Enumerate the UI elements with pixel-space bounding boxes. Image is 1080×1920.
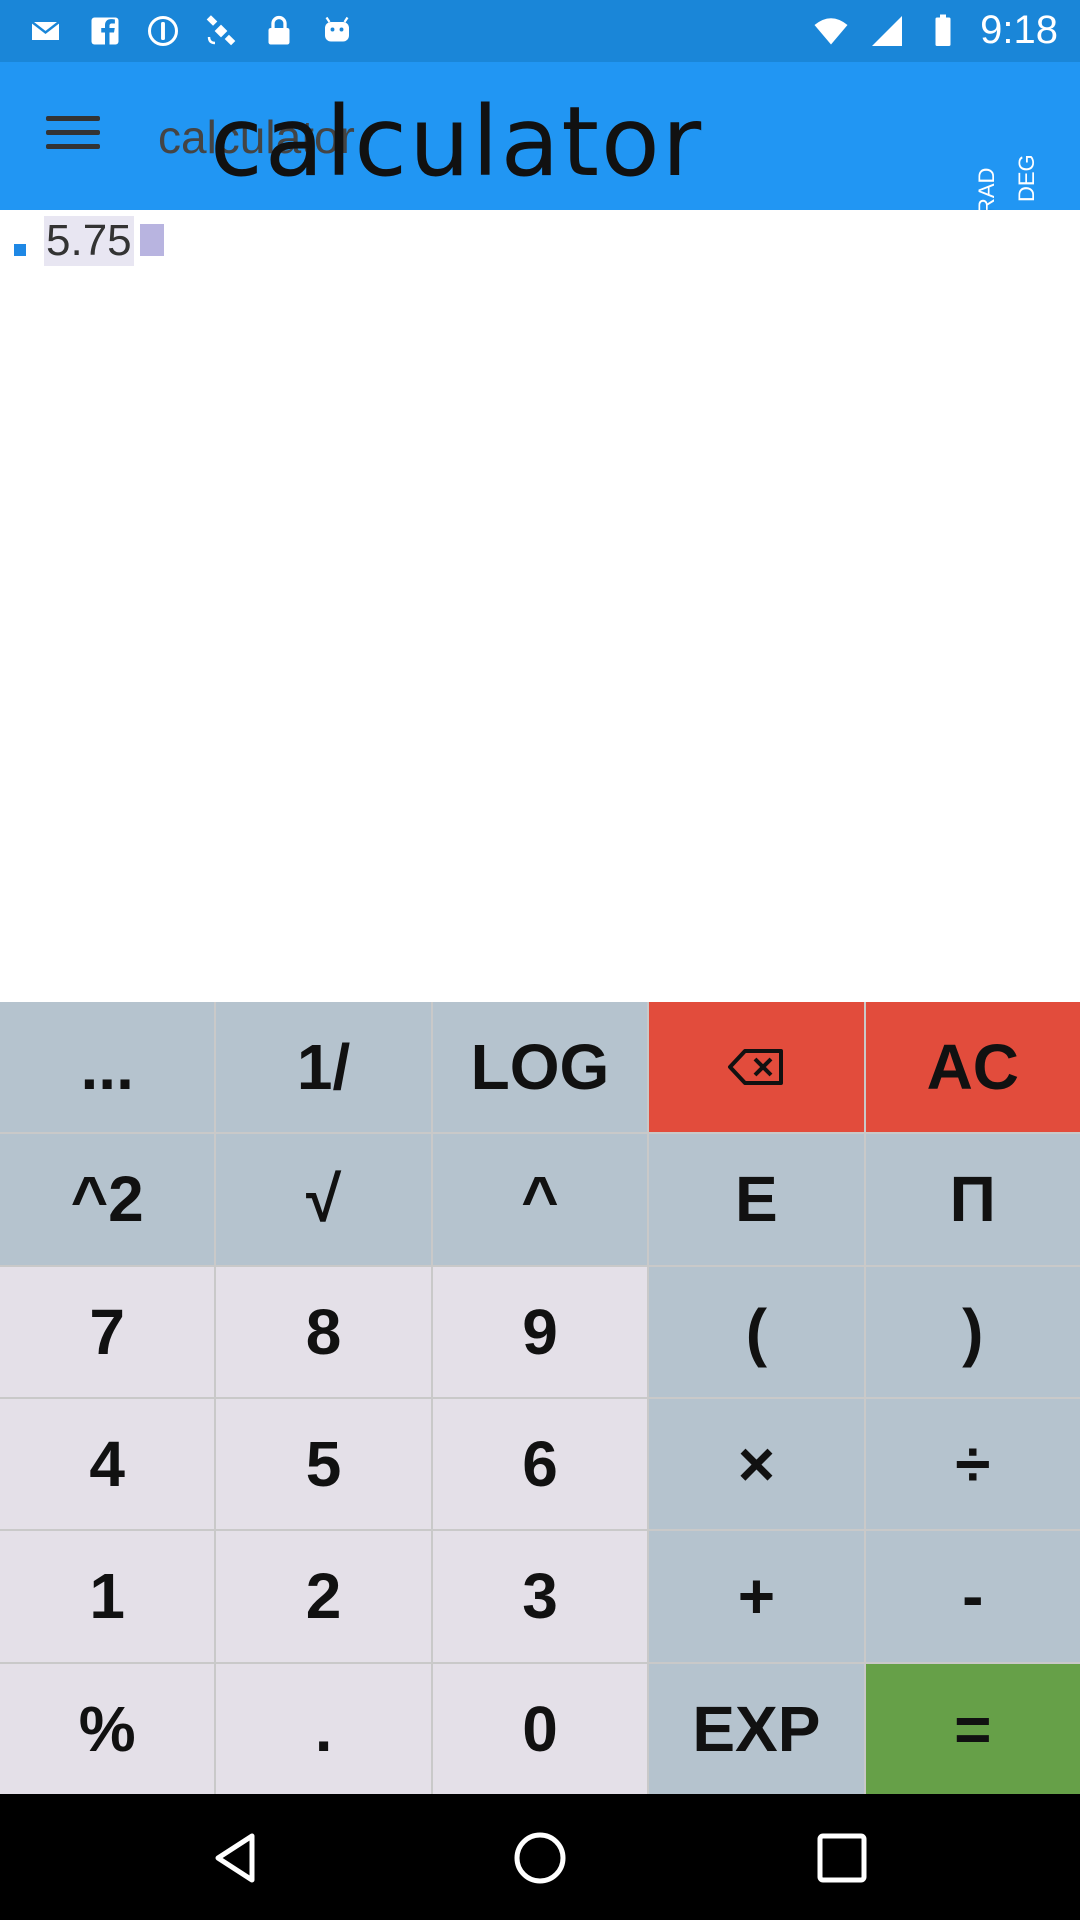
- lock-icon: [260, 12, 298, 50]
- rad-label: RAD: [974, 167, 999, 214]
- digit-4-key[interactable]: 4: [0, 1398, 215, 1530]
- log-key[interactable]: LOG: [432, 1002, 648, 1133]
- mail-icon: [28, 12, 66, 50]
- recent-apps-icon[interactable]: [812, 1828, 872, 1888]
- satellite-icon: [202, 12, 240, 50]
- digit-6-key[interactable]: 6: [432, 1398, 648, 1530]
- close-paren-key[interactable]: ): [865, 1266, 1080, 1397]
- all-clear-key[interactable]: AC: [865, 1002, 1080, 1133]
- exponent-key[interactable]: EXP: [649, 1663, 864, 1794]
- wifi-icon: [812, 12, 850, 50]
- signal-icon: [868, 12, 906, 50]
- clock: 9:18: [980, 8, 1058, 52]
- battery-icon: [924, 12, 962, 50]
- subtract-key[interactable]: -: [865, 1531, 1080, 1662]
- notification-icons: [28, 12, 356, 50]
- calculator-logo-text: calculator: [210, 86, 704, 198]
- digit-1-key[interactable]: 1: [0, 1531, 215, 1662]
- menu-icon[interactable]: [46, 116, 100, 156]
- calculator-display[interactable]: 5.75: [0, 210, 1080, 1000]
- text-caret: [140, 224, 164, 256]
- digit-3-key[interactable]: 3: [432, 1531, 648, 1662]
- back-icon[interactable]: [208, 1828, 268, 1888]
- square-key[interactable]: ^2: [0, 1134, 215, 1265]
- power-key[interactable]: ^: [432, 1134, 648, 1265]
- navigation-bar: [0, 1794, 1080, 1920]
- backspace-icon: [728, 1049, 784, 1086]
- deg-label: DEG: [1014, 154, 1039, 202]
- decimal-point-key[interactable]: .: [216, 1663, 431, 1794]
- more-functions-key[interactable]: ...: [0, 1002, 215, 1133]
- backspace-key[interactable]: [649, 1002, 864, 1133]
- status-bar: 9:18: [0, 0, 1080, 62]
- pi-key[interactable]: Π: [865, 1134, 1080, 1265]
- system-status: 9:18: [812, 8, 1058, 53]
- reciprocal-key[interactable]: 1/: [216, 1002, 431, 1133]
- expression-text[interactable]: 5.75: [44, 216, 134, 266]
- line-marker: [14, 244, 26, 256]
- divide-key[interactable]: ÷: [865, 1398, 1080, 1530]
- digit-9-key[interactable]: 9: [432, 1266, 648, 1397]
- multiply-key[interactable]: ×: [649, 1398, 864, 1530]
- digit-0-key[interactable]: 0: [432, 1663, 648, 1794]
- facebook-icon: [86, 12, 124, 50]
- equals-key[interactable]: =: [865, 1663, 1080, 1794]
- digit-8-key[interactable]: 8: [216, 1266, 431, 1397]
- percent-key[interactable]: %: [0, 1663, 215, 1794]
- digit-7-key[interactable]: 7: [0, 1266, 215, 1397]
- square-root-key[interactable]: √: [216, 1134, 431, 1265]
- android-icon: [318, 12, 356, 50]
- open-paren-key[interactable]: (: [649, 1266, 864, 1397]
- euler-key[interactable]: E: [649, 1134, 864, 1265]
- add-key[interactable]: +: [649, 1531, 864, 1662]
- digit-5-key[interactable]: 5: [216, 1398, 431, 1530]
- info-icon: [144, 12, 182, 50]
- home-icon[interactable]: [510, 1828, 570, 1888]
- digit-2-key[interactable]: 2: [216, 1531, 431, 1662]
- keypad: ... 1/ LOG AC ^2 √ ^ E Π 7 8 9 ( ) 4 5 6…: [0, 1002, 1080, 1794]
